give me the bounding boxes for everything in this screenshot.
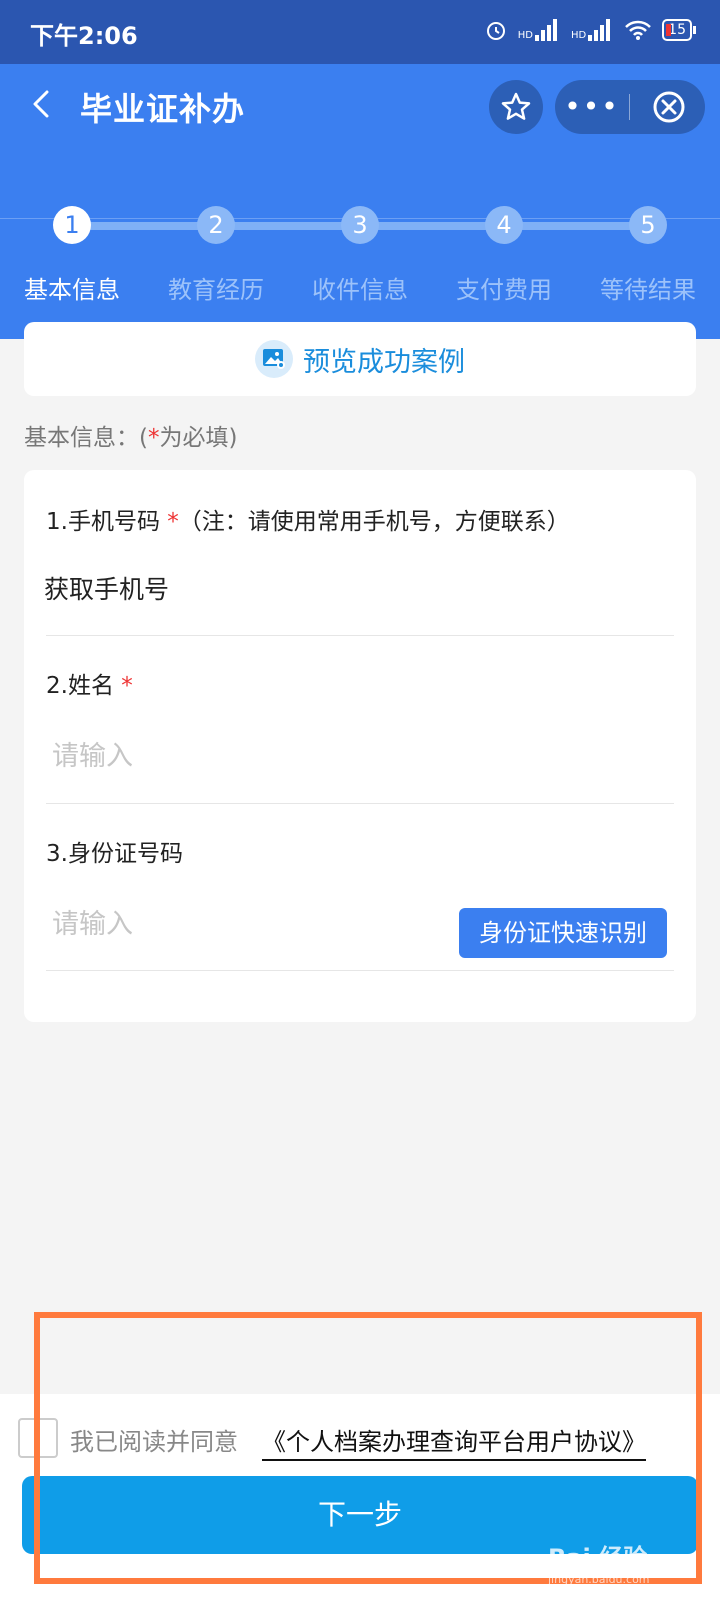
favorite-button[interactable]: [489, 80, 543, 134]
phone-label-text: 1.手机号码: [46, 509, 160, 535]
step-3-circle: 3: [341, 206, 379, 244]
page-title: 毕业证补办: [80, 90, 246, 128]
mini-program-capsule: •••: [555, 80, 705, 134]
id-card-quick-recognize-button[interactable]: 身份证快速识别: [459, 908, 667, 958]
step-5-label: 等待结果: [600, 276, 696, 304]
watermark-text: Bai 经验: [548, 1544, 648, 1572]
network-label-1: HD: [517, 30, 533, 41]
star-icon: [501, 92, 531, 120]
id-field-underline: [46, 970, 674, 971]
step-1-circle: 1: [53, 206, 91, 244]
get-phone-number-button[interactable]: 获取手机号: [44, 570, 169, 606]
step-2-circle: 2: [197, 206, 235, 244]
required-star: *: [147, 425, 160, 451]
section-suffix: 为必填): [159, 425, 238, 451]
network-label-2: HD: [570, 30, 587, 41]
basic-info-form: 1.手机号码 *（注：请使用常用手机号，方便联系） 获取手机号 2.姓名 * 请…: [24, 470, 696, 1022]
name-label-text: 2.姓名: [46, 673, 114, 699]
id-number-field-label: 3.身份证号码: [46, 841, 183, 867]
preview-success-cases-button[interactable]: 预览成功案例: [24, 322, 696, 396]
phone-note: （注：请使用常用手机号，方便联系）: [178, 509, 570, 535]
battery-indicator: 15: [662, 19, 696, 41]
status-time: 下午2:06: [30, 22, 138, 50]
section-prefix: 基本信息：(: [24, 425, 148, 451]
section-heading: 基本信息：(*为必填): [24, 418, 237, 452]
image-preview-icon: [255, 340, 293, 378]
phone-required-mark: *: [167, 509, 179, 535]
step-2-label: 教育经历: [168, 276, 264, 304]
step-3-label: 收件信息: [312, 276, 408, 304]
step-4-label: 支付费用: [456, 276, 552, 304]
capsule-divider: [629, 94, 630, 120]
more-button[interactable]: •••: [555, 80, 629, 134]
step-5-circle: 5: [629, 206, 667, 244]
chevron-left-icon[interactable]: [28, 90, 56, 118]
phone-field-underline: [46, 635, 674, 636]
baidu-jingyan-watermark: Bai 经验 jingyan.baidu.com: [548, 1538, 650, 1586]
status-icons: HD HD 15: [484, 18, 696, 42]
signal-1-icon: HD: [518, 19, 561, 41]
step-1-label: 基本信息: [24, 276, 120, 304]
name-field-underline: [46, 803, 674, 804]
close-circle-icon[interactable]: [652, 90, 686, 124]
phone-field-label: 1.手机号码 *（注：请使用常用手机号，方便联系）: [46, 502, 570, 536]
alarm-icon: [486, 22, 505, 40]
app-header: 毕业证补办 ••• 1 2 3 4 5 基本信息 教育经历 收件信息 支付费用 …: [0, 64, 720, 339]
preview-label: 预览成功案例: [303, 346, 465, 378]
id-number-input[interactable]: 请输入: [52, 902, 133, 941]
name-required-mark: *: [121, 673, 133, 699]
name-input[interactable]: 请输入: [52, 734, 133, 773]
watermark-url: jingyan.baidu.com: [548, 1573, 650, 1586]
name-field-label: 2.姓名 *: [46, 666, 133, 700]
step-4-circle: 4: [485, 206, 523, 244]
wifi-icon: [625, 20, 652, 40]
signal-2-icon: HD: [571, 19, 614, 41]
status-bar: 下午2:06 HD HD 15: [0, 0, 720, 64]
